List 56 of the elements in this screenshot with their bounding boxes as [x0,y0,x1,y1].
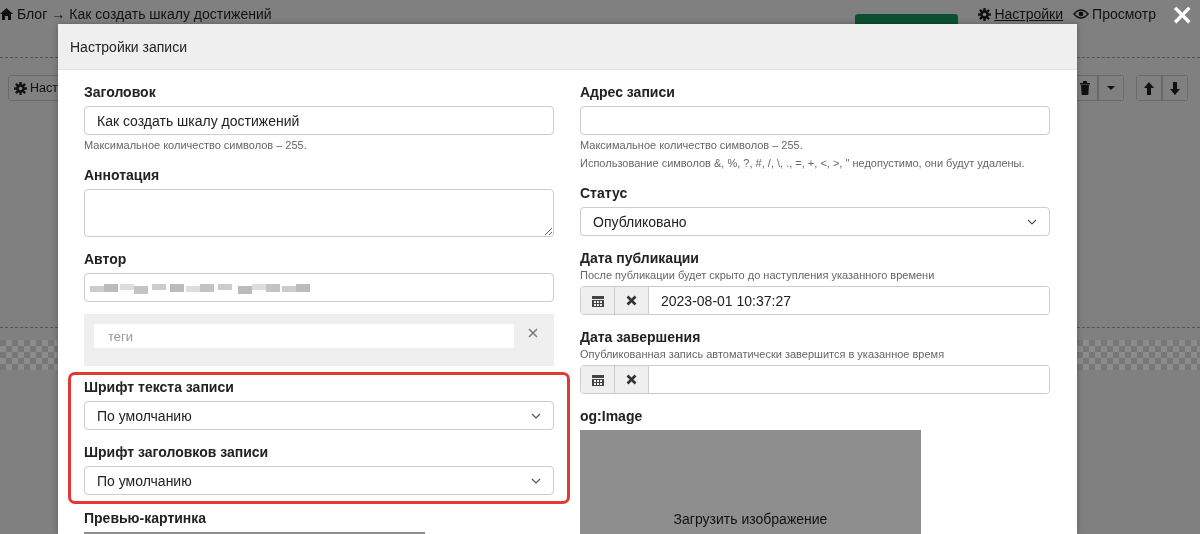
clear-button[interactable] [615,366,649,393]
close-icon [626,374,637,385]
chevron-icon [1027,218,1037,225]
select-field[interactable]: По умолчанию [84,466,554,495]
textarea-field[interactable] [84,189,554,237]
field-label: Превью-картинка [84,509,208,528]
tags-field[interactable]: теги [94,324,514,348]
help-text: Использование символов &, %, ?, #, /, \, ., =, +, <, >, " недопустимо, они будут удалены. [580,156,1026,171]
eye-icon [1073,8,1090,20]
checkered-strip [0,340,58,370]
settings-link[interactable]: Настройки [978,6,1064,22]
field-label: Дата завершения [580,328,702,347]
field-label: Статус [580,184,629,203]
field-label: Адрес записи [580,83,676,102]
date-picker-field[interactable]: 2023-08-01 10:37:27 [580,286,1050,315]
preview-link[interactable]: Просмотр [1073,6,1156,22]
calendar-button[interactable] [581,366,615,393]
modal-title: Настройки записи [70,38,187,55]
text-field[interactable] [580,106,1050,135]
home-icon [0,8,13,20]
upload-image-button[interactable]: Загрузить изображение [580,430,921,534]
chevron-icon [531,477,541,484]
close-button[interactable]: × [1168,0,1196,30]
calendar-icon [591,373,604,386]
move-down-button[interactable] [1162,75,1188,101]
close-icon [626,295,637,306]
close-icon [528,328,538,338]
calendar-button[interactable] [581,287,615,314]
date-picker-field[interactable] [580,365,1050,394]
field-label: Дата публикации [580,249,700,268]
caret-icon [1107,86,1115,90]
field-label: Аннотация [84,166,161,185]
help-text: Максимальное количество символов – 255. [84,138,308,153]
gear-icon [978,7,992,21]
author-field[interactable] [84,273,554,302]
field-label: Шрифт заголовков записи [84,443,270,462]
select-field[interactable]: Опубликовано [580,207,1050,236]
breadcrumb-link[interactable]: Блог [17,6,48,22]
move-up-button[interactable] [1136,75,1162,101]
trash-icon [1079,81,1091,95]
text-field[interactable]: Как создать шкалу достижений [84,106,554,135]
gear-icon [14,81,27,95]
field-label: og:Image [580,407,644,426]
calendar-icon [591,294,604,307]
hint-text: После публикации будет скрыто до наступления указанного времени [580,268,936,282]
help-text: Максимальное количество символов – 255. [580,138,804,153]
field-label: Автор [84,250,128,269]
chevron-icon [531,412,541,419]
breadcrumb-separator: → [51,6,66,22]
breadcrumb-current: Как создать шкалу достижений [69,6,272,22]
field-label: Шрифт текста записи [84,378,235,397]
clear-button[interactable] [615,287,649,314]
hint-text: Опубликованная запись автоматически завершится в указанное время [580,347,946,361]
arrow-down-icon [1170,81,1180,95]
select-field[interactable]: По умолчанию [84,401,554,430]
arrow-up-icon [1144,81,1154,95]
